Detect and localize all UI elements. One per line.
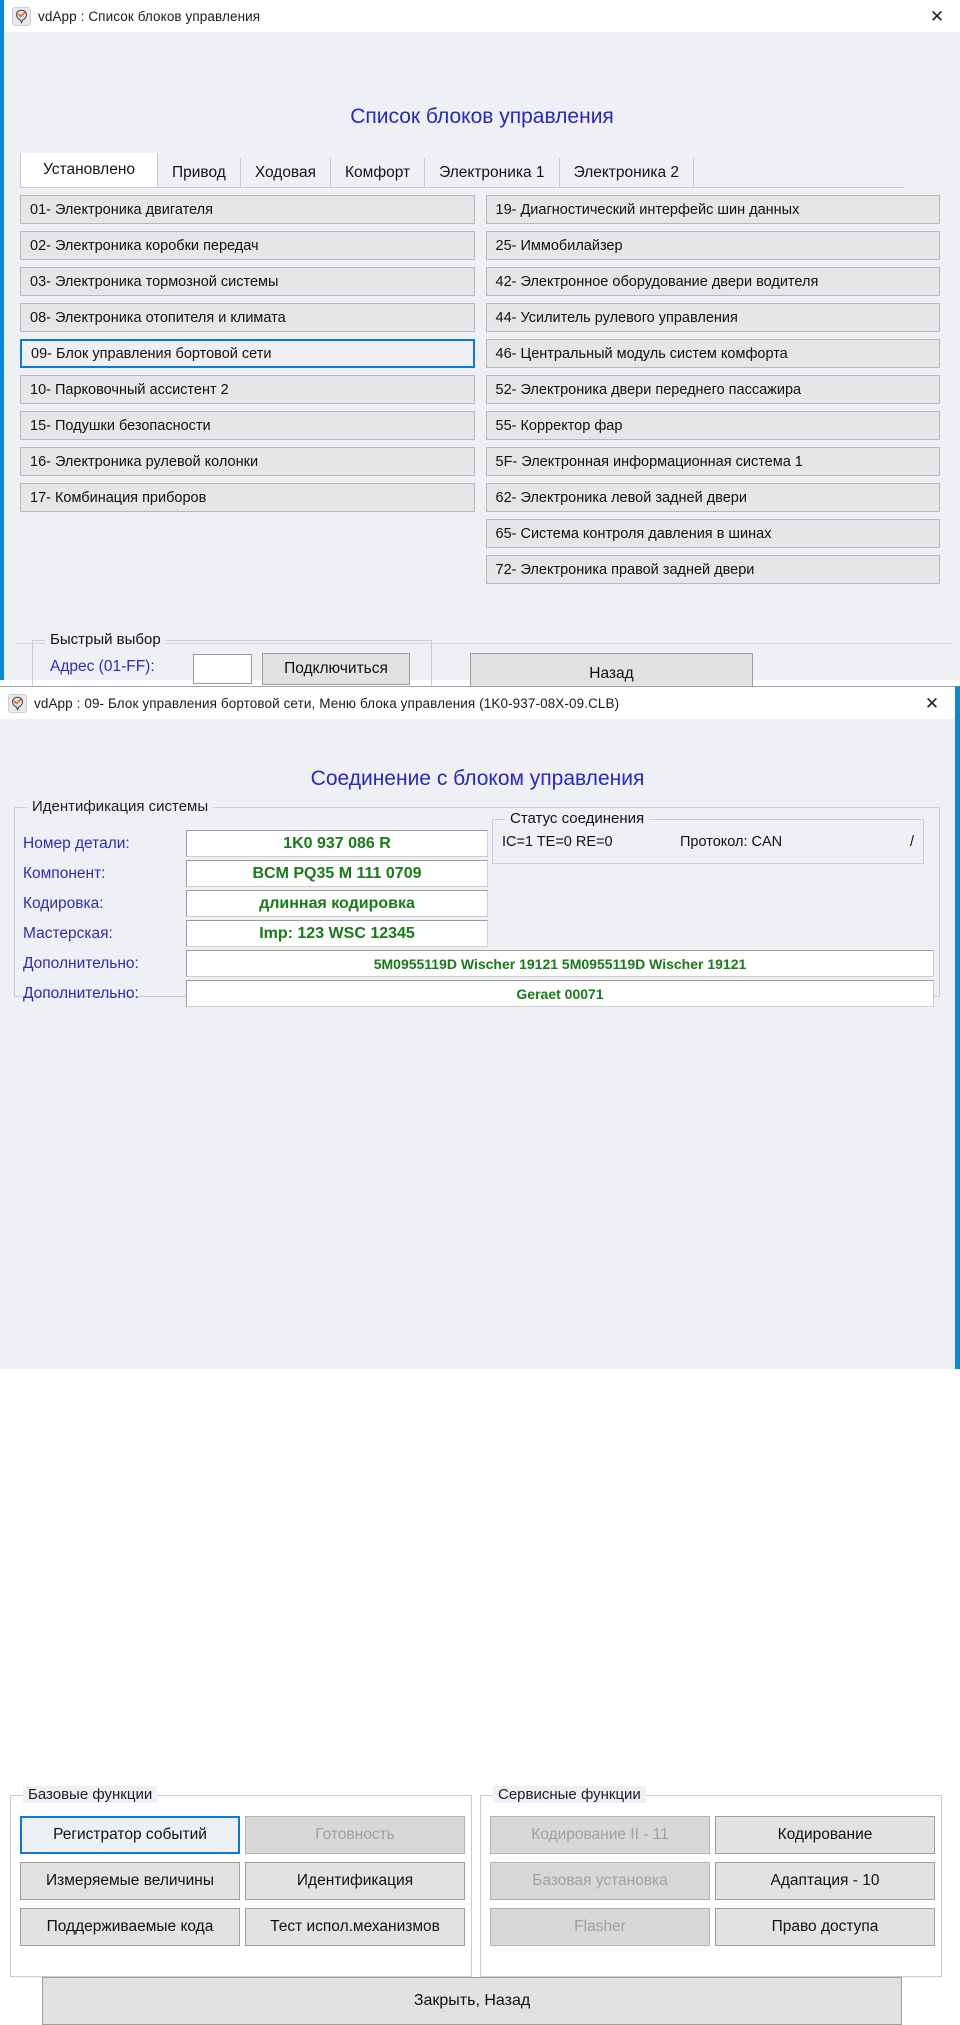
connection-status-line: IC=1 TE=0 RE=0 Протокол: CAN / — [502, 834, 914, 850]
ecu-list-item[interactable]: 52- Электроника двери переднего пассажир… — [485, 375, 940, 404]
page-title: Список блоков управления — [350, 105, 614, 128]
ecu-list-item[interactable]: 72- Электроника правой задней двери — [485, 555, 940, 584]
ecu-list-item[interactable]: 44- Усилитель рулевого управления — [485, 303, 940, 332]
tab-0[interactable]: Установлено — [20, 153, 159, 187]
ecu-list-item[interactable]: 55- Корректор фар — [485, 411, 940, 440]
ident-field-row: Дополнительно: Geraet 00071 — [23, 980, 934, 1007]
window2-title: vdApp : 09- Блок управления бортовой сет… — [34, 695, 620, 711]
ident-field-label: Дополнительно: — [23, 955, 139, 972]
ident-field-value: BCM PQ35 M 111 0709 — [186, 860, 488, 887]
base-functions-grid: Регистратор событий Готовность Измеряемые … — [20, 1816, 465, 1946]
category-tabs: Установлено Привод Ходовая Комфорт Электрони… — [20, 153, 904, 188]
ecu-list-item[interactable]: 03- Электроника тормозной системы — [20, 267, 475, 296]
ecu-list-item[interactable]: 5F- Электронная информационная система 1 — [485, 447, 940, 476]
function-button[interactable]: Тест испол.механизмов — [245, 1908, 465, 1946]
window1-client-area: Список блоков управления Установлено Прив… — [4, 32, 960, 695]
ecu-list-item[interactable]: 65- Система контроля давления в шинах — [485, 519, 940, 548]
close-icon[interactable]: ✕ — [909, 687, 955, 719]
window1-title: vdApp : Список блоков управления — [38, 8, 261, 24]
function-button[interactable]: Идентификация — [245, 1862, 465, 1900]
ident-field-value: 1K0 937 086 R — [186, 830, 488, 857]
ident-field-row: Компонент: BCM PQ35 M 111 0709 — [23, 860, 933, 887]
ecu-list-item[interactable]: 42- Электронное оборудование двери водит… — [485, 267, 940, 296]
ident-field-row: Дополнительно: 5M0955119D Wischer 19121 5… — [23, 950, 934, 977]
ident-field-label: Мастерская: — [23, 925, 113, 942]
window1-titlebar: vdApp : Список блоков управления ✕ — [4, 0, 960, 32]
function-button[interactable]: Измеряемые величины — [20, 1862, 240, 1900]
window2-titlebar: vdApp : 09- Блок управления бортовой сет… — [0, 687, 955, 719]
ecu-list-item[interactable]: 02- Электроника коробки передач — [20, 231, 475, 260]
control-unit-list-window: vdApp : Список блоков управления ✕ Списо… — [0, 0, 960, 695]
window2-client-area: Соединение с блоком управления Идентифик… — [0, 719, 955, 1977]
function-button[interactable]: Поддерживаемые кода — [20, 1908, 240, 1946]
ident-field-value: Imp: 123 WSC 12345 — [186, 920, 488, 947]
ecu-list-item[interactable]: 15- Подушки безопасности — [20, 411, 475, 440]
base-functions-group: Базовые функции Регистратор событий Готов… — [10, 1786, 472, 1977]
function-button: Базовая установка — [490, 1862, 710, 1900]
function-button: Кодирование II - 11 — [490, 1816, 710, 1854]
function-button: Flasher — [490, 1908, 710, 1946]
function-button: Готовность — [245, 1816, 465, 1854]
ecu-list-item[interactable]: 08- Электроника отопителя и климата — [20, 303, 475, 332]
ecu-list-item[interactable]: 10- Парковочный ассистент 2 — [20, 375, 475, 404]
tab-2[interactable]: Ходовая — [240, 158, 332, 187]
ecu-list-item[interactable]: 16- Электроника рулевой колонки — [20, 447, 475, 476]
close-back-button[interactable]: Закрыть, Назад — [42, 1977, 902, 2025]
base-functions-legend: Базовые функции — [23, 1786, 158, 1803]
function-button[interactable]: Регистратор событий — [20, 1816, 240, 1854]
ecu-list-item[interactable]: 19- Диагностический интерфейс шин данных — [485, 195, 940, 224]
tab-5[interactable]: Электроника 2 — [559, 158, 695, 187]
ident-field-label: Номер детали: — [23, 835, 130, 852]
ecu-list-right-column: 19- Диагностический интерфейс шин данных… — [485, 195, 940, 591]
ecu-list: 01- Электроника двигателя 02- Электроника… — [20, 195, 940, 591]
tab-1[interactable]: Привод — [158, 158, 241, 187]
connect-button[interactable]: Подключиться — [262, 653, 410, 685]
ident-field-row: Мастерская: Imp: 123 WSC 12345 — [23, 920, 933, 947]
function-button[interactable]: Кодирование — [715, 1816, 935, 1854]
system-identification-legend: Идентификация системы — [27, 798, 214, 815]
ident-field-value: Geraet 00071 — [186, 980, 934, 1007]
status-protocol: Протокол: CAN — [680, 834, 783, 850]
ident-field-value: длинная кодировка — [186, 890, 488, 917]
control-unit-menu-window: vdApp : 09- Блок управления бортовой сет… — [0, 686, 960, 2025]
status-spinner: / — [909, 834, 914, 850]
ident-field-value: 5M0955119D Wischer 19121 5M0955119D Wisc… — [186, 950, 934, 977]
ecu-list-item[interactable]: 09- Блок управления бортовой сети — [20, 339, 475, 368]
ecu-list-item[interactable]: 62- Электроника левой задней двери — [485, 483, 940, 512]
app-logo-icon — [8, 693, 27, 713]
app-logo-icon — [12, 6, 31, 26]
function-button[interactable]: Право доступа — [715, 1908, 935, 1946]
ecu-list-left-column: 01- Электроника двигателя 02- Электроника… — [20, 195, 475, 591]
ident-field-label: Компонент: — [23, 865, 106, 882]
service-functions-group: Сервисные функции Кодирование II - 11 Код… — [480, 1786, 942, 1977]
ident-field-row: Кодировка: длинная кодировка — [23, 890, 933, 917]
ident-field-label: Кодировка: — [23, 895, 104, 912]
ecu-list-item[interactable]: 25- Иммобилайзер — [485, 231, 940, 260]
function-button[interactable]: Адаптация - 10 — [715, 1862, 935, 1900]
ecu-list-item[interactable]: 01- Электроника двигателя — [20, 195, 475, 224]
service-functions-legend: Сервисные функции — [493, 1786, 646, 1803]
quick-select-legend: Быстрый выбор — [45, 631, 166, 648]
connection-status-legend: Статус соединения — [505, 810, 650, 827]
tab-4[interactable]: Электроника 1 — [425, 158, 560, 187]
connection-title: Соединение с блоком управления — [310, 767, 645, 790]
address-label: Адрес (01-FF): — [50, 658, 155, 675]
connection-status-group: Статус соединения IC=1 TE=0 RE=0 Протоко… — [492, 810, 924, 864]
ecu-list-item[interactable]: 46- Центральный модуль систем комфорта — [485, 339, 940, 368]
close-icon[interactable]: ✕ — [914, 0, 960, 32]
service-functions-grid: Кодирование II - 11 Кодирование Базовая ус… — [490, 1816, 935, 1946]
status-counters: IC=1 TE=0 RE=0 — [502, 834, 613, 850]
ident-field-label: Дополнительно: — [23, 985, 139, 1002]
tab-3[interactable]: Комфорт — [331, 158, 426, 187]
ecu-list-item[interactable]: 17- Комбинация приборов — [20, 483, 475, 512]
address-input[interactable] — [193, 654, 252, 684]
